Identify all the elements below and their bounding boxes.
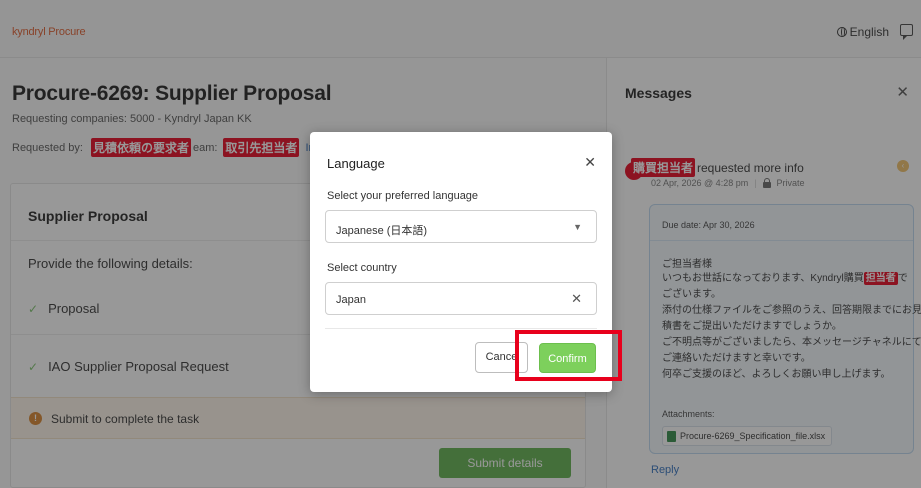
language-select-value: Japanese (日本語) bbox=[336, 225, 428, 237]
confirm-highlight-box bbox=[515, 330, 622, 381]
country-select[interactable]: Japan ✕ bbox=[325, 282, 597, 315]
divider bbox=[325, 328, 597, 329]
country-field-label: Select country bbox=[327, 262, 397, 274]
language-select[interactable]: Japanese (日本語) ▼ bbox=[325, 210, 597, 243]
language-field-label: Select your preferred language bbox=[327, 190, 479, 202]
close-icon[interactable]: ✕ bbox=[584, 154, 596, 171]
chevron-down-icon: ▼ bbox=[573, 222, 582, 232]
clear-icon[interactable]: ✕ bbox=[571, 291, 582, 307]
country-select-value: Japan bbox=[336, 294, 366, 306]
modal-title: Language bbox=[327, 156, 385, 171]
